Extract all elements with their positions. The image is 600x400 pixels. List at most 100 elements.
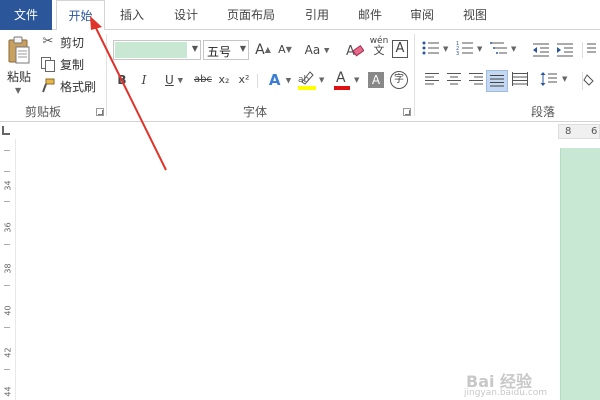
bullets-icon [422,41,439,55]
align-left-icon [425,73,439,85]
multilevel-list-icon [490,42,507,54]
increase-indent-icon [557,43,573,57]
annotation-arrow-icon [90,16,167,171]
font-color-button[interactable]: A ▼ [334,70,362,92]
shrink-font-icon: A [278,43,286,56]
superscript-button[interactable]: x² [236,70,252,90]
group-divider [414,34,415,116]
align-left-button[interactable] [424,72,442,90]
ruler-number: 36 [3,222,13,233]
text-effects-icon: A [268,71,281,89]
tab-view[interactable]: 视图 [450,0,500,30]
grow-font-icon: A [255,42,265,58]
font-size-dropdown[interactable]: 五号 ▼ [203,40,249,60]
paste-label: 粘贴 [6,70,31,84]
phonetic-guide-button[interactable]: wén 文 [368,36,390,56]
group-label-paragraph: 段落 [530,105,555,119]
align-center-button[interactable] [446,72,464,90]
chevron-down-icon: ▼ [354,76,360,84]
shading-button[interactable] [582,72,600,90]
document-page[interactable] [17,139,560,400]
distributed-icon [512,72,528,86]
line-spacing-button[interactable]: ▼ [540,72,570,90]
font-color-swatch [334,86,350,90]
chevron-down-icon: ▼ [443,45,449,53]
ruler-number: 38 [3,263,13,274]
align-right-button[interactable] [468,72,486,90]
increase-indent-button[interactable] [556,42,574,58]
bullets-button[interactable]: ▼ [422,40,450,60]
justify-button[interactable] [486,70,508,92]
ruler-tick [4,150,10,151]
format-painter-icon [42,78,55,93]
ruler-tick [4,369,10,370]
decrease-indent-icon [533,43,549,57]
highlight-color-swatch [298,86,316,90]
chevron-down-icon: ▼ [239,44,246,53]
chevron-down-icon: ▼ [477,45,483,53]
ruler-number: 8 [565,126,572,137]
ruler-number: 40 [3,305,13,316]
change-case-button[interactable]: Aa ▼ [302,40,332,60]
subscript-button[interactable]: x₂ [216,70,232,90]
align-right-icon [469,73,483,85]
scissors-icon: ✂ [42,34,54,49]
change-case-icon: Aa [304,43,321,57]
chevron-down-icon: ▼ [191,44,198,53]
ruler-number-box: 8 6 [558,124,600,139]
highlight-button[interactable]: ab ▼ [298,70,326,92]
justify-icon [490,75,504,87]
watermark: Bai 经验 jingyan.baidu.com [448,368,598,400]
shrink-font-button[interactable]: A▼ [276,40,294,60]
ruler-number: 34 [3,180,13,191]
ruler-number: 6 [591,126,598,137]
line-spacing-icon [540,72,557,86]
watermark-url: jingyan.baidu.com [464,388,548,398]
numbering-button[interactable]: 1 2 3 ▼ [456,40,484,60]
group-label-font: 字体 [242,105,267,119]
group-label-clipboard: 剪贴板 [24,105,61,119]
copy-icon [41,57,55,72]
strikethrough-button[interactable]: abc [192,70,214,90]
clipboard-icon [8,36,30,64]
ruler-tick [4,201,10,202]
clear-formatting-icon[interactable]: A [346,42,364,58]
font-launcher-icon[interactable] [403,108,411,116]
enclose-characters-button[interactable]: 字 [390,71,408,89]
ruler-tick [4,285,10,286]
decrease-indent-button[interactable] [532,42,550,58]
font-color-icon: A [336,70,346,86]
tab-mailings[interactable]: 邮件 [346,0,394,30]
text-effects-button[interactable]: A ▼ [266,70,294,90]
character-border-icon: A [395,41,405,56]
character-shading-button[interactable]: A [368,72,384,88]
paste-button[interactable]: 粘贴 ▼ [4,34,34,95]
tab-page-layout[interactable]: 页面布局 [215,0,287,30]
align-center-icon [447,73,461,85]
svg-text:3: 3 [456,51,459,56]
chinese-layout-button[interactable] [582,42,600,58]
chevron-down-icon: ▼ [511,45,517,53]
font-size-value: 五号 [207,45,232,59]
selected-text-highlight[interactable] [560,148,600,400]
numbering-icon: 1 2 3 [456,41,473,57]
tab-review[interactable]: 审阅 [398,0,446,30]
chevron-down-icon: ▼ [15,86,22,95]
tab-file[interactable]: 文件 [0,0,52,30]
chinese-layout-icon [587,43,596,53]
multilevel-list-button[interactable]: ▼ [490,40,518,60]
character-border-button[interactable]: A [392,40,408,58]
chevron-down-icon: ▼ [562,75,568,83]
ruler-tick [4,171,10,172]
ruler-number: 44 [3,386,13,397]
svg-text:ab: ab [298,75,310,85]
ruler-tick [4,327,10,328]
tab-stop-selector-icon[interactable] [2,126,10,135]
grow-font-button[interactable]: A▲ [254,40,272,60]
chevron-down-icon: ▼ [319,76,325,84]
ruler-tick [4,244,10,245]
tab-references[interactable]: 引用 [293,0,341,30]
highlighter-icon: ab [298,71,314,85]
distributed-button[interactable] [512,72,530,90]
vertical-ruler: 34 36 38 40 42 44 [0,139,16,400]
